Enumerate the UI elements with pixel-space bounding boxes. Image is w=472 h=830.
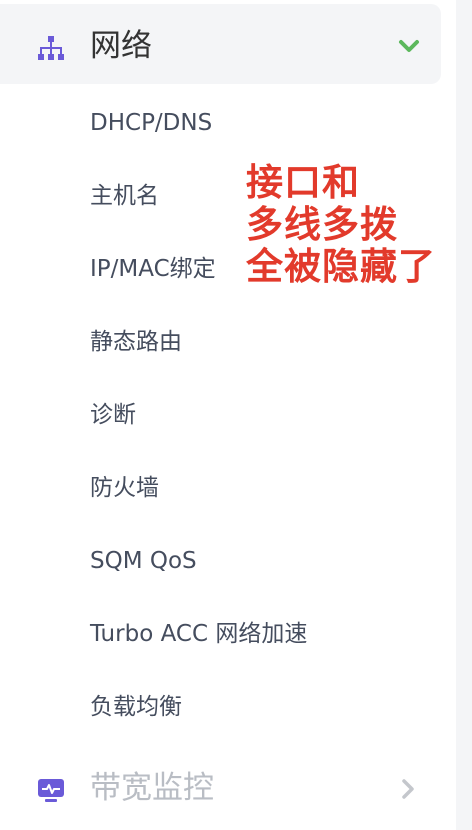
- network-tree-icon: [38, 36, 64, 60]
- annotation-line: 接口和: [246, 161, 360, 204]
- sidebar-item-ip-mac-binding[interactable]: IP/MAC绑定: [90, 254, 216, 284]
- sidebar-item-load-balancing[interactable]: 负载均衡: [90, 692, 182, 722]
- sidebar-item-diagnostics[interactable]: 诊断: [90, 400, 136, 430]
- monitor-icon: [38, 779, 64, 802]
- sidebar-item-static-routes[interactable]: 静态路由: [90, 327, 182, 357]
- chevron-down-icon: [399, 40, 419, 52]
- scrollbar-track[interactable]: [456, 0, 472, 830]
- sidebar-item-sqm-qos[interactable]: SQM QoS: [90, 546, 197, 576]
- annotation-note: 接口和 多线多拨 全被隐藏了: [246, 162, 456, 288]
- sidebar-item-turbo-acc[interactable]: Turbo ACC 网络加速: [90, 619, 307, 649]
- sidebar-item-dhcp-dns[interactable]: DHCP/DNS: [90, 108, 212, 138]
- chevron-right-icon: [402, 779, 414, 799]
- sidebar-item-hostname[interactable]: 主机名: [90, 181, 159, 211]
- sidebar-item-firewall[interactable]: 防火墙: [90, 473, 159, 503]
- menu-group-title: 带宽监控: [90, 770, 214, 806]
- annotation-line: 多线多拨: [246, 203, 398, 246]
- sidebar-menu: 网络 DHCP/DNS 主机名 IP/MAC绑定 静态路由 诊断 防火墙 SQM…: [0, 0, 472, 830]
- menu-group-title: 网络: [90, 28, 152, 64]
- annotation-line: 全被隐藏了: [246, 245, 436, 288]
- menu-group-network[interactable]: 网络: [0, 4, 441, 84]
- menu-group-bandwidth-monitor[interactable]: 带宽监控: [0, 752, 441, 822]
